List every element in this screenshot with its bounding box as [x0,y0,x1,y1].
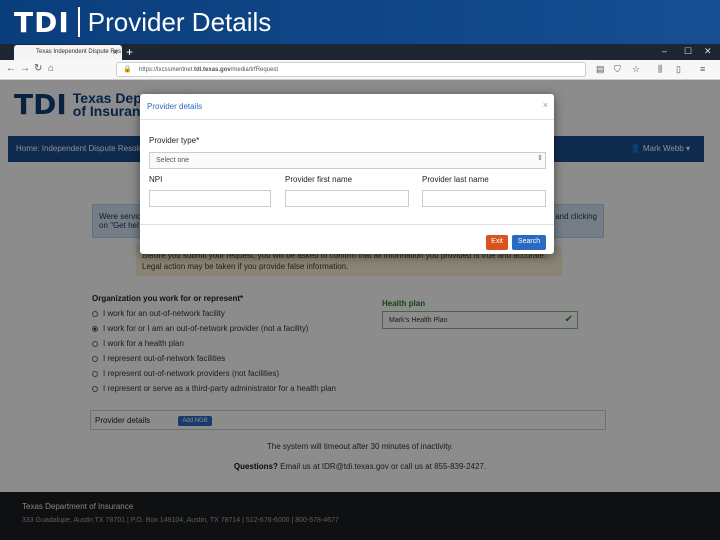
maximize-icon[interactable]: ☐ [684,46,692,57]
last-name-input[interactable] [422,190,546,207]
close-icon[interactable]: × [543,100,548,110]
menu-icon[interactable]: ≡ [700,64,705,74]
minimize-icon[interactable]: – [662,46,667,56]
last-name-label: Provider last name [422,175,489,184]
modal-header: Provider details × [140,94,554,120]
slide-title: Provider Details [87,6,272,37]
header-divider [77,7,80,37]
browser-tab[interactable]: Texas Independent Dispute Res × [14,45,122,60]
tab-title: Texas Independent Dispute Res [36,49,122,55]
back-icon[interactable]: ← [6,63,16,74]
url-domain: tdi.texas.gov [194,67,231,73]
window-close-icon[interactable]: ✕ [704,46,712,57]
provider-details-modal: Provider details × Provider type* Select… [140,94,554,254]
npi-label: NPI [149,175,163,184]
modal-divider [140,224,554,225]
provider-type-select[interactable]: Select one ⇕ [149,152,546,169]
shield-icon[interactable]: ⛉ [614,64,621,75]
modal-title: Provider details [147,102,203,111]
navigation-bar: ← → ↻ ⌂ 🔒 https://txcssmentnet.tdi.texas… [0,60,720,80]
tdi-logo: TDI [14,5,70,39]
search-button[interactable]: Search [512,235,546,250]
tab-close-icon[interactable]: × [113,47,118,57]
reload-icon[interactable]: ↻ [34,63,42,74]
first-name-label: Provider first name [285,175,353,184]
lock-icon: 🔒 [123,66,132,73]
first-name-input[interactable] [285,190,409,207]
sidebar-icon[interactable]: ▯ [676,64,681,75]
forward-icon[interactable]: → [20,63,30,74]
address-bar[interactable]: 🔒 https://txcssmentnet.tdi.texas.gov/med… [116,62,586,77]
reader-icon[interactable]: ▤ [596,64,605,75]
home-icon[interactable]: ⌂ [48,63,54,74]
chevron-updown-icon: ⇕ [537,155,543,162]
bookmark-icon[interactable]: ☆ [632,64,640,75]
tab-bar: Texas Independent Dispute Res × + – ☐ ✕ [0,44,720,60]
library-icon[interactable]: ⫼ [658,64,662,75]
slide-header: TDI Provider Details [0,0,720,44]
url-prefix: https://txcssmentnet. [139,67,195,73]
provider-type-value: Select one [156,157,190,164]
url-path: /media/trfRequest [230,67,279,73]
browser-window: Texas Independent Dispute Res × + – ☐ ✕ … [0,44,720,540]
provider-type-label: Provider type* [149,136,200,145]
new-tab-icon[interactable]: + [126,45,133,59]
exit-button[interactable]: Exit [486,235,508,250]
npi-input[interactable] [149,190,271,207]
